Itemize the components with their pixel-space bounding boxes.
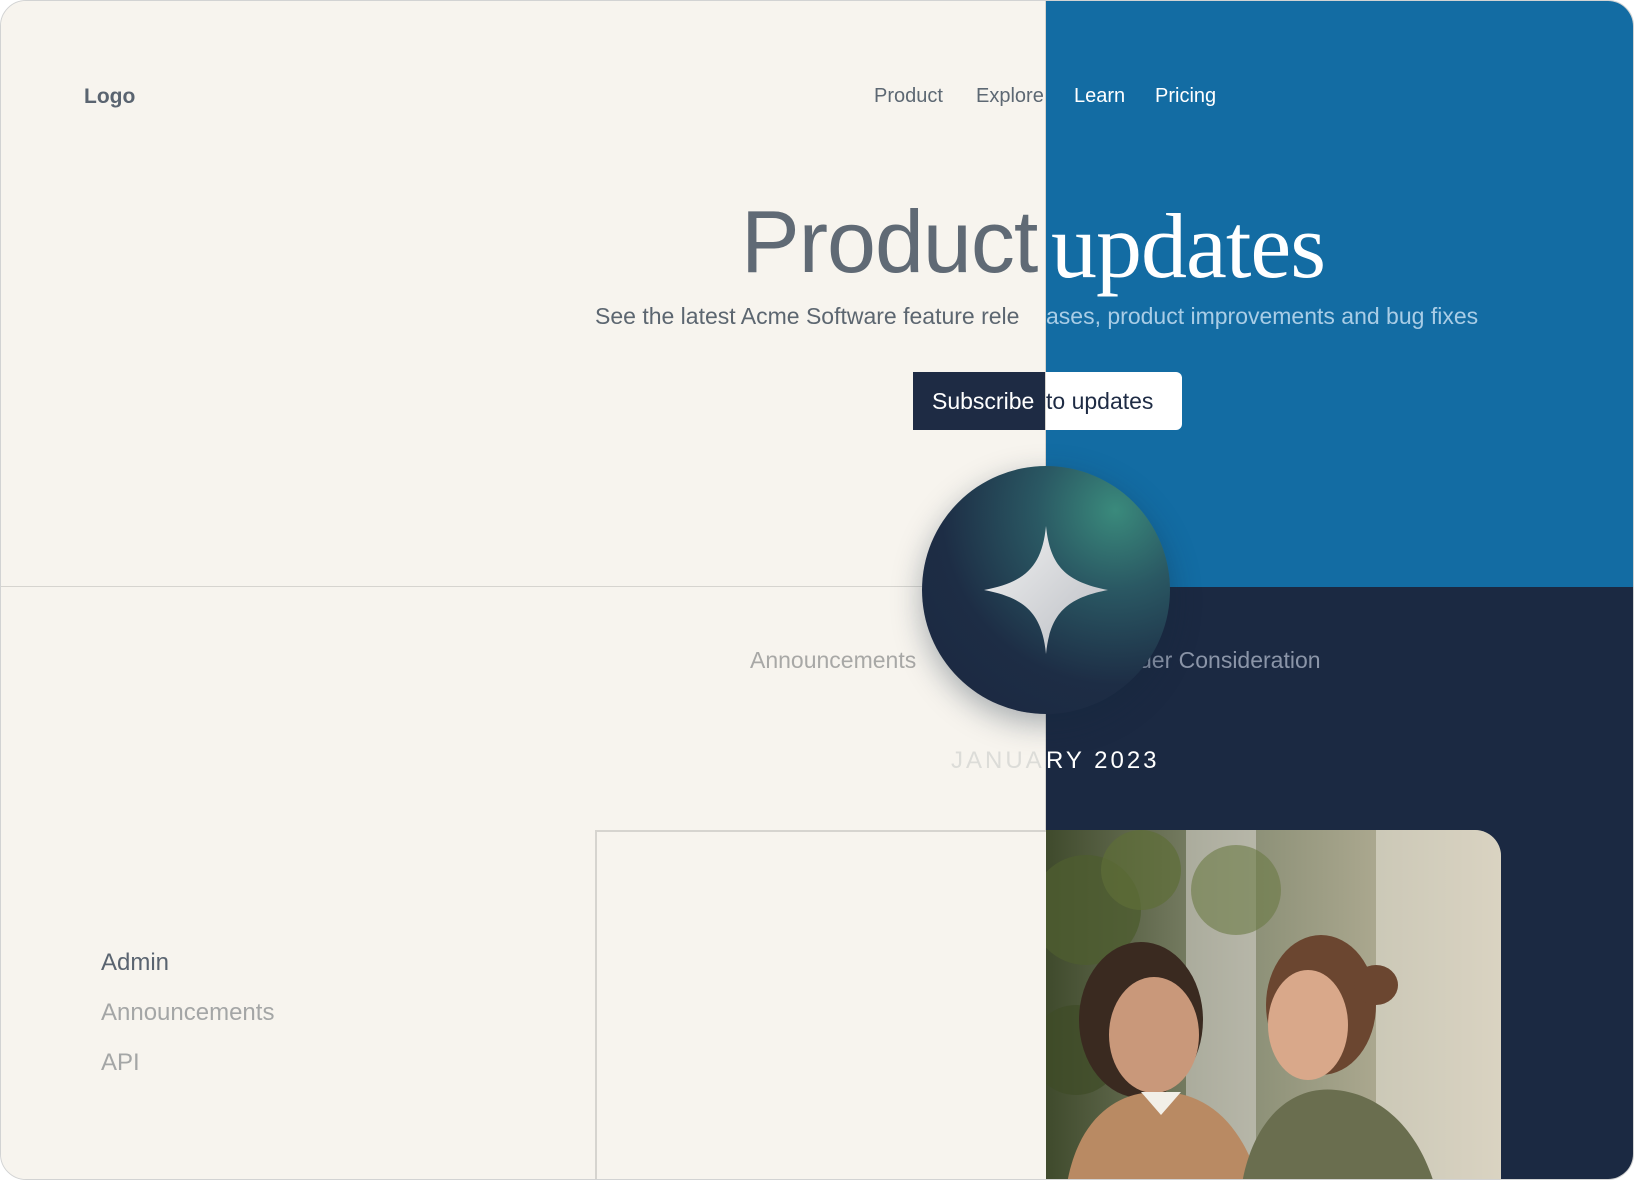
- nav-explore[interactable]: Explore: [976, 85, 1044, 108]
- sidebar-item-admin[interactable]: Admin: [101, 949, 169, 977]
- sparkle-icon: [984, 526, 1108, 654]
- page-frame: Logo Product Explore Learn Pricing Produ…: [0, 0, 1634, 1180]
- subscribe-button-label-right: to updates: [1046, 388, 1154, 414]
- month-heading-left: JANUA: [951, 747, 1045, 774]
- update-card-photo: [1046, 830, 1501, 1179]
- subscribe-button-right[interactable]: to updates: [1046, 372, 1182, 430]
- sidebar-item-api[interactable]: API: [101, 1049, 140, 1077]
- subtitle-left: See the latest Acme Software feature rel…: [595, 303, 1020, 329]
- nav-pricing[interactable]: Pricing: [1155, 85, 1216, 108]
- subscribe-button-label-left: Subscribe: [932, 388, 1035, 414]
- logo[interactable]: Logo: [84, 85, 135, 109]
- update-card[interactable]: [595, 830, 1047, 1179]
- month-heading-right: RY 2023: [1046, 747, 1160, 774]
- nav-learn[interactable]: Learn: [1074, 85, 1125, 108]
- page-title-right: updates: [1051, 195, 1326, 297]
- subtitle-right: ases, product improvements and bug fixes: [1046, 303, 1479, 329]
- nav-product[interactable]: Product: [874, 85, 943, 108]
- section-divider: [1, 586, 1046, 587]
- page-title-left: Product: [741, 192, 1038, 291]
- tab-announcements[interactable]: Announcements: [750, 647, 916, 674]
- subscribe-button-left[interactable]: Subscribe: [913, 372, 1045, 430]
- sidebar-item-announcements[interactable]: Announcements: [101, 999, 274, 1027]
- sparkle-badge: [922, 466, 1170, 714]
